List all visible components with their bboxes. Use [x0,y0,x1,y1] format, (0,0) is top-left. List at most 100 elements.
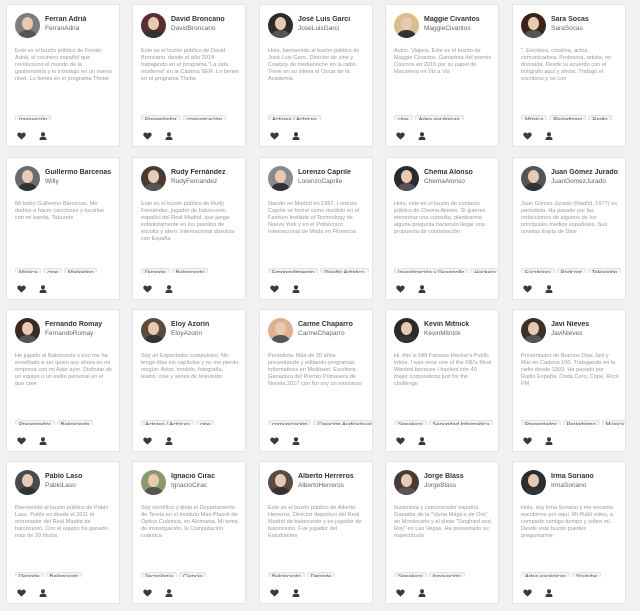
profile-name[interactable]: Chema Alonso [424,169,498,176]
category-tag[interactable]: Investigación y Desarrollo [394,268,469,273]
user-icon[interactable] [165,437,173,445]
profile-name[interactable]: Irma Soriano [551,473,625,480]
category-tag[interactable]: Podcast [556,268,586,273]
avatar[interactable] [521,470,546,495]
category-tag[interactable]: cine [394,115,413,120]
category-tag[interactable]: Música [601,420,625,425]
heart-icon[interactable] [523,437,532,445]
category-tag[interactable]: Presentador [141,115,181,120]
heart-icon[interactable] [17,132,26,140]
profile-name[interactable]: Jorge Blass [424,473,498,480]
profile-name[interactable]: Fernando Romay [45,321,119,328]
heart-icon[interactable] [143,285,152,293]
category-tag[interactable]: Periodismo [549,115,587,120]
avatar[interactable] [268,166,293,191]
category-tag[interactable]: Actores / Actrices [268,115,321,120]
user-icon[interactable] [418,132,426,140]
profile-card[interactable]: Jorge Blass JorgeBlass Ilusionista y comun… [385,461,499,604]
user-icon[interactable] [418,285,426,293]
profile-card[interactable]: Pablo Laso PabloLaso Bienvenido al buzón p… [6,461,120,604]
category-tag[interactable]: Periodismo [562,420,600,425]
profile-name[interactable]: Pablo Laso [45,473,119,480]
heart-icon[interactable] [143,132,152,140]
user-icon[interactable] [418,589,426,597]
category-tag[interactable]: Presentador [521,420,561,425]
category-tag[interactable]: comunicación [182,115,227,120]
profile-card[interactable]: Rudy Fernández RudyFernandez Este es el bu… [132,157,246,300]
heart-icon[interactable] [17,285,26,293]
heart-icon[interactable] [143,589,152,597]
category-tag[interactable]: Youtube [571,572,601,577]
avatar[interactable] [394,318,419,343]
category-tag[interactable]: cine [43,268,63,273]
profile-card[interactable]: Kevin Mitnick KevinMitnick Hi, this is Mit… [385,309,499,452]
user-icon[interactable] [292,437,300,445]
profile-name[interactable]: Ignacio Cirac [171,473,245,480]
category-tag[interactable]: Música [15,268,42,273]
avatar[interactable] [394,470,419,495]
profile-card[interactable]: Ferran Adrià FerranAdria Este es el buzón … [6,4,120,147]
profile-card[interactable]: Lorenzo Caprile LorenzoCaprile Nacido en M… [259,157,373,300]
profile-name[interactable]: Juan Gómez Jurado [551,169,625,176]
user-icon[interactable] [292,589,300,597]
category-tag[interactable]: Radio [588,115,612,120]
profile-card[interactable]: Sara Socas SaraSocas ". Escritora, creativ… [512,4,626,147]
avatar[interactable] [15,166,40,191]
avatar[interactable] [15,318,40,343]
user-icon[interactable] [545,132,553,140]
avatar[interactable] [521,13,546,38]
category-tag[interactable]: Deporte [15,572,44,577]
avatar[interactable] [268,470,293,495]
heart-icon[interactable] [270,437,279,445]
profile-card[interactable]: Alberto Herreros AlbertoHerreros Este es e… [259,461,373,604]
profile-name[interactable]: Javi Nieves [551,321,625,328]
category-tag[interactable]: Deporte [141,268,170,273]
user-icon[interactable] [292,285,300,293]
category-tag[interactable]: Deporte [306,572,336,577]
profile-name[interactable]: Eloy Azorín [171,321,245,328]
category-tag[interactable]: Creación Audiovisual [313,420,372,425]
profile-name[interactable]: Ferran Adrià [45,16,119,23]
heart-icon[interactable] [17,589,26,597]
user-icon[interactable] [165,589,173,597]
heart-icon[interactable] [396,589,405,597]
heart-icon[interactable] [396,437,405,445]
category-tag[interactable]: Baloncesto [268,572,305,577]
profile-card[interactable]: Juan Gómez Jurado JuanGomezJurado Juan Góm… [512,157,626,300]
profile-card[interactable]: Guillermo Barcenas Willy Mi bolso Guillerm… [6,157,120,300]
profile-name[interactable]: Guillermo Barcenas [45,169,119,176]
user-icon[interactable] [39,132,47,140]
category-tag[interactable]: Ciencia [179,572,207,577]
avatar[interactable] [521,318,546,343]
category-tag[interactable]: comunicación [268,420,312,425]
user-icon[interactable] [545,285,553,293]
category-tag[interactable]: Hackers [470,268,498,273]
user-icon[interactable] [292,132,300,140]
category-tag[interactable]: Actores / Actrices [141,420,194,425]
profile-card[interactable]: Ignacio Cirac IgnacioCirac Soy científico … [132,461,246,604]
user-icon[interactable] [165,132,173,140]
avatar[interactable] [521,166,546,191]
heart-icon[interactable] [523,589,532,597]
category-tag[interactable]: cine [195,420,215,425]
avatar[interactable] [15,13,40,38]
user-icon[interactable] [39,589,47,597]
category-tag[interactable]: Diseño Artístico [320,268,369,273]
profile-name[interactable]: José Luis Garci [298,16,372,23]
profile-name[interactable]: Maggie Civantos [424,16,498,23]
heart-icon[interactable] [523,285,532,293]
avatar[interactable] [394,166,419,191]
profile-card[interactable]: Chema Alonso ChemaAlonso Hola, este es el … [385,157,499,300]
profile-name[interactable]: Kevin Mitnick [424,321,498,328]
profile-name[interactable]: Lorenzo Caprile [298,169,372,176]
category-tag[interactable]: Baloncesto [45,572,83,577]
user-icon[interactable] [165,285,173,293]
heart-icon[interactable] [270,132,279,140]
profile-card[interactable]: José Luis Garci JoseLuisGarci Hola, bienve… [259,4,373,147]
profile-name[interactable]: Sara Socas [551,16,625,23]
profile-name[interactable]: Alberto Herreros [298,473,372,480]
heart-icon[interactable] [270,285,279,293]
heart-icon[interactable] [17,437,26,445]
category-tag[interactable]: Speakers [394,572,427,577]
profile-card[interactable]: Maggie Civantos MaggieCivantos Actriz. Via… [385,4,499,147]
